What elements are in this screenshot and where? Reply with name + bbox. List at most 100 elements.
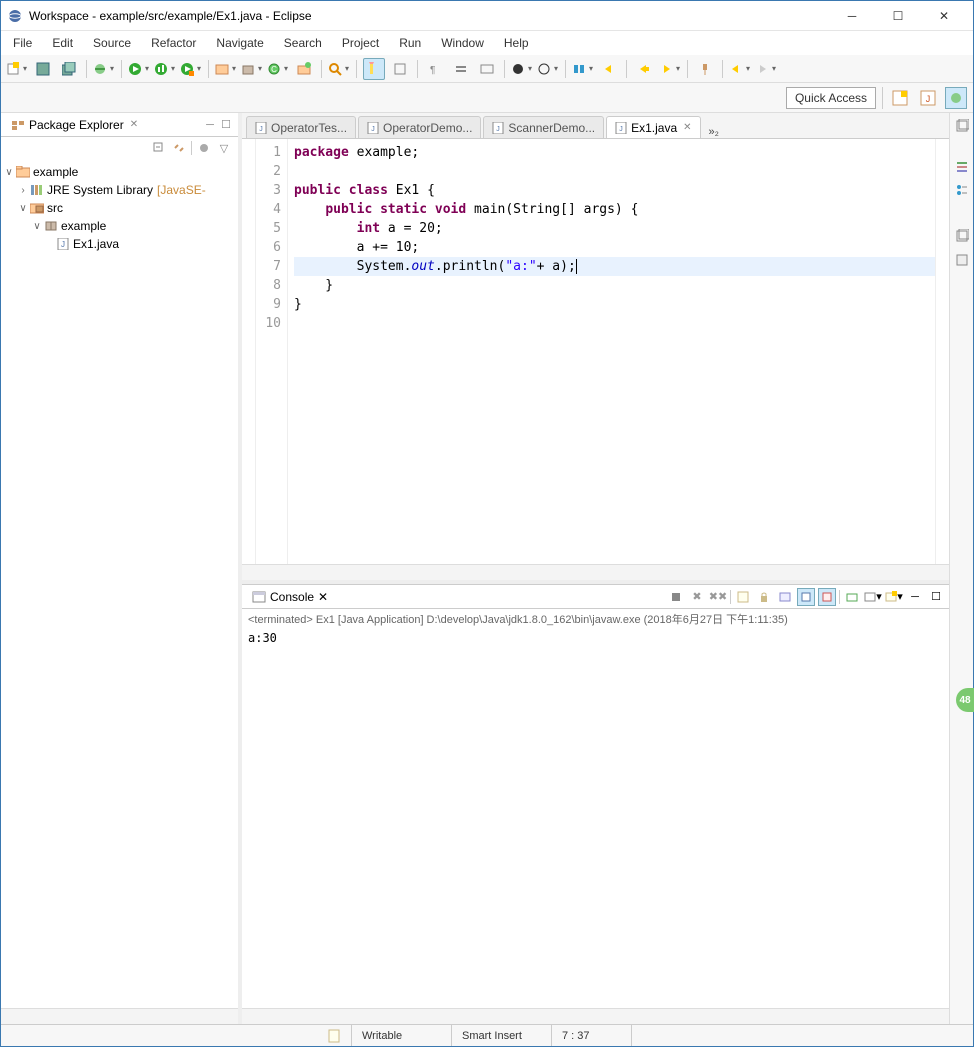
collapse-all-icon[interactable]: [151, 140, 167, 156]
menu-source[interactable]: Source: [85, 34, 139, 52]
toggle-breadcrumb-button[interactable]: [450, 58, 472, 80]
code-editor[interactable]: 1 2 3 4 5 6 7 8 9 10 package example; pu…: [242, 139, 949, 564]
open-type-button[interactable]: [293, 58, 315, 80]
tab-scannerdemo[interactable]: J ScannerDemo...: [483, 116, 604, 138]
maximize-view-icon[interactable]: ☐: [218, 117, 234, 133]
menu-help[interactable]: Help: [496, 34, 537, 52]
outline-icon[interactable]: [953, 181, 971, 199]
minimized-view-icon[interactable]: [953, 251, 971, 269]
maximize-console-icon[interactable]: ☐: [927, 588, 945, 606]
remove-all-icon[interactable]: ✖✖: [709, 588, 727, 606]
new-button[interactable]: [6, 58, 28, 80]
close-button[interactable]: ✕: [921, 2, 967, 30]
menu-edit[interactable]: Edit: [44, 34, 81, 52]
toggle-word-wrap-button[interactable]: [476, 58, 498, 80]
show-console-on-out-icon[interactable]: [797, 588, 815, 606]
package-explorer-tab[interactable]: Package Explorer ✕: [5, 116, 144, 134]
minimize-view-icon[interactable]: ─: [202, 117, 218, 133]
overview-ruler[interactable]: [935, 139, 949, 564]
sidebar-hscroll[interactable]: [1, 1008, 238, 1024]
view-menu-icon[interactable]: ▽: [216, 140, 232, 156]
next-annotation-button[interactable]: [633, 58, 655, 80]
open-perspective-button[interactable]: [889, 87, 911, 109]
toggle-block-button[interactable]: [389, 58, 411, 80]
editor-hscroll[interactable]: [242, 564, 949, 580]
tree-jre-suffix: [JavaSE-: [157, 183, 206, 197]
forward-button[interactable]: [755, 58, 777, 80]
notification-badge[interactable]: 48: [956, 688, 974, 712]
scroll-lock-icon[interactable]: [755, 588, 773, 606]
open-console-icon[interactable]: ▾: [885, 588, 903, 606]
separator: [356, 60, 357, 78]
minimize-console-icon[interactable]: ─: [906, 588, 924, 606]
show-console-on-err-icon[interactable]: [818, 588, 836, 606]
menu-file[interactable]: File: [5, 34, 40, 52]
right-trim-bar: [949, 113, 973, 1024]
link-editor-icon[interactable]: [171, 140, 187, 156]
tab-operatortes[interactable]: J OperatorTes...: [246, 116, 356, 138]
close-icon[interactable]: ✕: [318, 590, 328, 604]
tab-operatordemo[interactable]: J OperatorDemo...: [358, 116, 481, 138]
code-content[interactable]: package example; public class Ex1 { publ…: [288, 139, 935, 564]
console-output[interactable]: a:30: [242, 629, 949, 1008]
minimize-button[interactable]: ─: [829, 2, 875, 30]
terminate-icon[interactable]: [667, 588, 685, 606]
more-tabs-button[interactable]: »₂: [703, 126, 725, 138]
debug-perspective-button[interactable]: [945, 87, 967, 109]
breakpoint-ruler[interactable]: [242, 139, 256, 564]
restore-icon-2[interactable]: [953, 227, 971, 245]
menu-refactor[interactable]: Refactor: [143, 34, 204, 52]
display-console-icon[interactable]: ▾: [864, 588, 882, 606]
menu-run[interactable]: Run: [391, 34, 429, 52]
tree-file[interactable]: J Ex1.java: [3, 235, 236, 253]
tip-icon: [327, 1029, 341, 1043]
clear-console-icon[interactable]: [734, 588, 752, 606]
package-tree[interactable]: ∨ example › JRE System Library [JavaSE- …: [1, 159, 238, 1008]
java-perspective-button[interactable]: J: [917, 87, 939, 109]
quick-access-field[interactable]: Quick Access: [786, 87, 876, 109]
new-java-project-button[interactable]: [215, 58, 237, 80]
save-button[interactable]: [32, 58, 54, 80]
coverage-button[interactable]: [154, 58, 176, 80]
tree-project[interactable]: ∨ example: [3, 163, 236, 181]
titlebar: Workspace - example/src/example/Ex1.java…: [1, 1, 973, 31]
menu-project[interactable]: Project: [334, 34, 387, 52]
new-package-button[interactable]: [241, 58, 263, 80]
separator: [417, 60, 418, 78]
new-class-button[interactable]: C: [267, 58, 289, 80]
svg-text:C: C: [271, 65, 277, 74]
toggle-mark-button[interactable]: [363, 58, 385, 80]
close-icon[interactable]: ✕: [130, 119, 138, 130]
last-edit-button[interactable]: [572, 58, 594, 80]
annotation-prev-button[interactable]: [511, 58, 533, 80]
maximize-button[interactable]: ☐: [875, 2, 921, 30]
word-wrap-icon[interactable]: [776, 588, 794, 606]
pin-console-icon[interactable]: [843, 588, 861, 606]
search-button[interactable]: [328, 58, 350, 80]
restore-icon[interactable]: [953, 117, 971, 135]
run-button[interactable]: [128, 58, 150, 80]
focus-task-icon[interactable]: [196, 140, 212, 156]
back-edit-button[interactable]: [598, 58, 620, 80]
task-list-icon[interactable]: [953, 157, 971, 175]
back-button[interactable]: [729, 58, 751, 80]
tree-jre[interactable]: › JRE System Library [JavaSE-: [3, 181, 236, 199]
console-hscroll[interactable]: [242, 1008, 949, 1024]
menu-navigate[interactable]: Navigate: [208, 34, 271, 52]
menu-search[interactable]: Search: [276, 34, 330, 52]
tab-ex1[interactable]: J Ex1.java ✕: [606, 116, 700, 138]
java-file-icon: J: [615, 122, 627, 134]
show-whitespace-button[interactable]: ¶: [424, 58, 446, 80]
pin-button[interactable]: [694, 58, 716, 80]
tree-src[interactable]: ∨ src: [3, 199, 236, 217]
menu-window[interactable]: Window: [433, 34, 492, 52]
remove-launch-icon[interactable]: ✖: [688, 588, 706, 606]
debug-button[interactable]: [93, 58, 115, 80]
annotation-next-button[interactable]: [537, 58, 559, 80]
console-tab[interactable]: Console ✕: [246, 588, 334, 606]
run-last-button[interactable]: [180, 58, 202, 80]
tree-package[interactable]: ∨ example: [3, 217, 236, 235]
save-all-button[interactable]: [58, 58, 80, 80]
prev-annotation-button[interactable]: [659, 58, 681, 80]
close-tab-icon[interactable]: ✕: [683, 122, 691, 133]
